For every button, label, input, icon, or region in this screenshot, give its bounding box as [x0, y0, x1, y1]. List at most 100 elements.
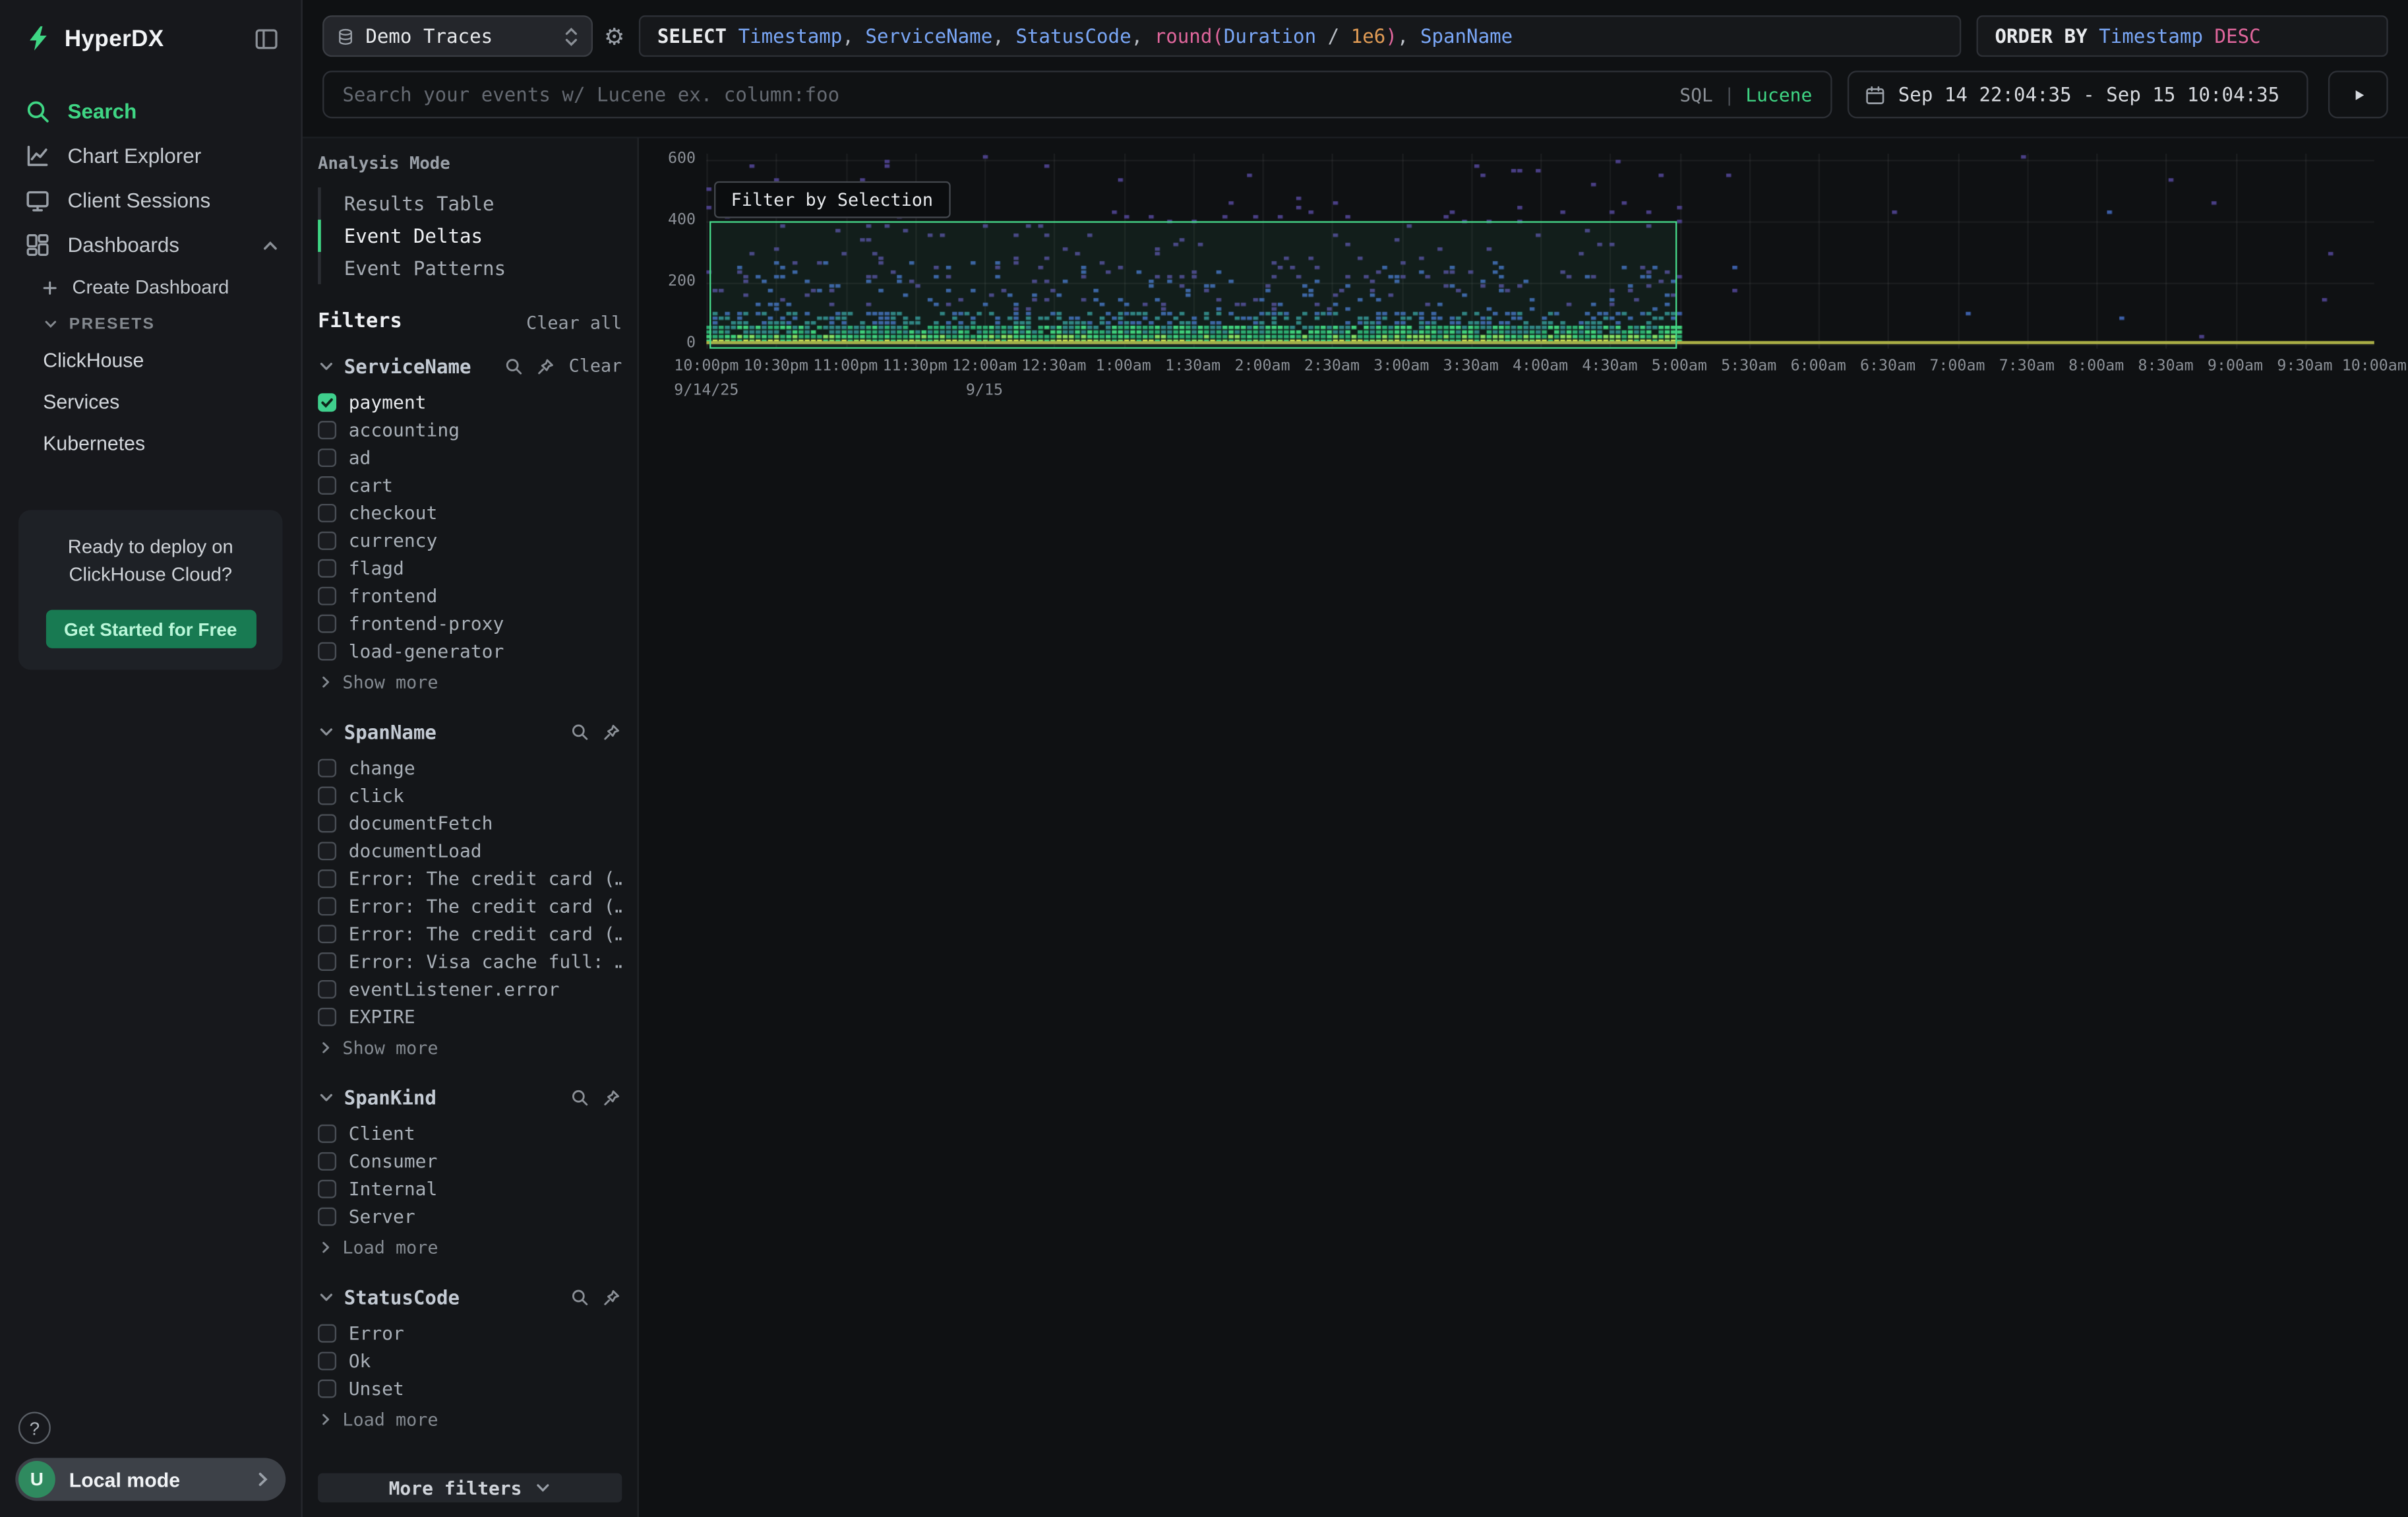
date-range-picker[interactable]: Sep 14 22:04:35 - Sep 15 10:04:35: [1848, 71, 2308, 118]
presets-toggle[interactable]: PRESETS: [0, 305, 301, 339]
checkbox[interactable]: [318, 532, 336, 550]
tab-results-table[interactable]: Results Table: [318, 187, 622, 220]
filter-option-accounting[interactable]: accounting: [318, 416, 622, 444]
filter-group-title[interactable]: StatusCode: [344, 1285, 460, 1308]
sidebar-collapse-icon[interactable]: [253, 25, 280, 51]
checkbox[interactable]: [318, 952, 336, 971]
chevron-down-icon[interactable]: [318, 357, 335, 375]
pin-icon[interactable]: [602, 722, 622, 741]
filter-option-flagd[interactable]: flagd: [318, 555, 622, 582]
checkbox[interactable]: [318, 587, 336, 605]
filter-option-server[interactable]: Server: [318, 1203, 622, 1231]
sidebar-item-clickhouse[interactable]: ClickHouse: [0, 340, 301, 381]
duration-heatmap-chart[interactable]: Filter by Selection 020040060010:00pm10:…: [639, 137, 2408, 1517]
checkbox[interactable]: [318, 1152, 336, 1171]
filter-option-change[interactable]: change: [318, 755, 622, 782]
lucene-toggle[interactable]: Lucene: [1745, 84, 1812, 106]
chevron-up-icon[interactable]: [261, 236, 280, 255]
filter-option-frontend[interactable]: frontend: [318, 582, 622, 610]
checkbox[interactable]: [318, 814, 336, 832]
chevron-down-icon[interactable]: [318, 1088, 335, 1105]
select-query-box[interactable]: SELECT Timestamp, ServiceName, StatusCod…: [639, 15, 1961, 57]
gear-icon[interactable]: ⚙: [593, 22, 636, 50]
filter-group-title[interactable]: ServiceName: [344, 354, 471, 377]
clear-filter-link[interactable]: Clear: [569, 355, 622, 377]
search-icon[interactable]: [570, 1087, 589, 1107]
filter-option-unset[interactable]: Unset: [318, 1375, 622, 1403]
show-more-link[interactable]: Show more: [318, 668, 622, 696]
filter-option-error-visa-cache-full[interactable]: Error: Visa cache full: …: [318, 948, 622, 975]
checkbox[interactable]: [318, 1352, 336, 1371]
checkbox[interactable]: [318, 1180, 336, 1198]
filter-option-error[interactable]: Error: [318, 1320, 622, 1347]
chart-selection-rect[interactable]: [709, 221, 1676, 348]
filter-option-documentload[interactable]: documentLoad: [318, 837, 622, 865]
show-more-link[interactable]: Show more: [318, 1034, 622, 1061]
checkbox[interactable]: [318, 842, 336, 860]
help-button[interactable]: ?: [18, 1411, 51, 1444]
filter-option-documentfetch[interactable]: documentFetch: [318, 809, 622, 837]
checkbox[interactable]: [318, 759, 336, 778]
search-icon[interactable]: [570, 722, 589, 741]
filter-by-selection-button[interactable]: Filter by Selection: [714, 181, 950, 218]
checkbox[interactable]: [318, 869, 336, 888]
checkbox[interactable]: [318, 642, 336, 661]
checkbox[interactable]: [318, 786, 336, 805]
search-icon[interactable]: [504, 356, 524, 375]
checkbox[interactable]: [318, 897, 336, 915]
order-by-box[interactable]: ORDER BY Timestamp DESC: [1977, 15, 2388, 57]
tab-event-deltas[interactable]: Event Deltas: [318, 220, 622, 252]
load-more-link[interactable]: Load more: [318, 1233, 622, 1261]
create-dashboard-button[interactable]: Create Dashboard: [0, 267, 301, 305]
filter-group-title[interactable]: SpanKind: [344, 1086, 436, 1109]
checkbox[interactable]: [318, 1324, 336, 1343]
run-query-button[interactable]: [2328, 71, 2388, 118]
pin-icon[interactable]: [602, 1087, 622, 1107]
filter-option-expire[interactable]: EXPIRE: [318, 1003, 622, 1031]
sidebar-item-kubernetes[interactable]: Kubernetes: [0, 423, 301, 464]
filter-group-title[interactable]: SpanName: [344, 720, 436, 743]
sidebar-item-chart-explorer[interactable]: Chart Explorer: [0, 134, 301, 179]
pin-icon[interactable]: [602, 1287, 622, 1307]
checkbox[interactable]: [318, 1208, 336, 1226]
user-menu[interactable]: U Local mode: [15, 1458, 286, 1501]
checkbox[interactable]: [318, 393, 336, 412]
checkbox[interactable]: [318, 1125, 336, 1143]
checkbox[interactable]: [318, 421, 336, 439]
filter-option-currency[interactable]: currency: [318, 527, 622, 555]
sql-toggle[interactable]: SQL: [1679, 84, 1713, 106]
clear-all-link[interactable]: Clear all: [526, 311, 622, 333]
sidebar-item-search[interactable]: Search: [0, 89, 301, 134]
filter-option-error-the-credit-card[interactable]: Error: The credit card (…: [318, 892, 622, 920]
checkbox[interactable]: [318, 504, 336, 522]
get-started-button[interactable]: Get Started for Free: [45, 610, 256, 648]
filter-option-load-generator[interactable]: load-generator: [318, 638, 622, 666]
checkbox[interactable]: [318, 559, 336, 578]
chevron-down-icon[interactable]: [318, 723, 335, 740]
filter-option-cart[interactable]: cart: [318, 472, 622, 499]
filter-option-internal[interactable]: Internal: [318, 1175, 622, 1203]
filter-option-frontend-proxy[interactable]: frontend-proxy: [318, 610, 622, 638]
checkbox[interactable]: [318, 476, 336, 495]
search-input[interactable]: [342, 83, 1667, 106]
filter-option-eventlistener-error[interactable]: eventListener.error: [318, 975, 622, 1003]
filter-option-payment[interactable]: payment: [318, 388, 622, 416]
source-selector[interactable]: Demo Traces: [322, 15, 593, 57]
filter-option-error-the-credit-card[interactable]: Error: The credit card (…: [318, 865, 622, 892]
filter-option-error-the-credit-card[interactable]: Error: The credit card (…: [318, 920, 622, 948]
filter-option-consumer[interactable]: Consumer: [318, 1148, 622, 1175]
pin-icon[interactable]: [537, 356, 557, 375]
sidebar-item-dashboards[interactable]: Dashboards: [0, 223, 301, 268]
filter-option-checkout[interactable]: checkout: [318, 499, 622, 527]
checkbox[interactable]: [318, 925, 336, 943]
filter-option-client[interactable]: Client: [318, 1120, 622, 1148]
checkbox[interactable]: [318, 1008, 336, 1026]
checkbox[interactable]: [318, 1380, 336, 1398]
sidebar-item-client-sessions[interactable]: Client Sessions: [0, 178, 301, 223]
sidebar-item-services[interactable]: Services: [0, 381, 301, 423]
filter-option-ok[interactable]: Ok: [318, 1347, 622, 1375]
load-more-link[interactable]: Load more: [318, 1406, 622, 1433]
checkbox[interactable]: [318, 449, 336, 467]
chevron-down-icon[interactable]: [318, 1288, 335, 1305]
filter-option-click[interactable]: click: [318, 782, 622, 810]
